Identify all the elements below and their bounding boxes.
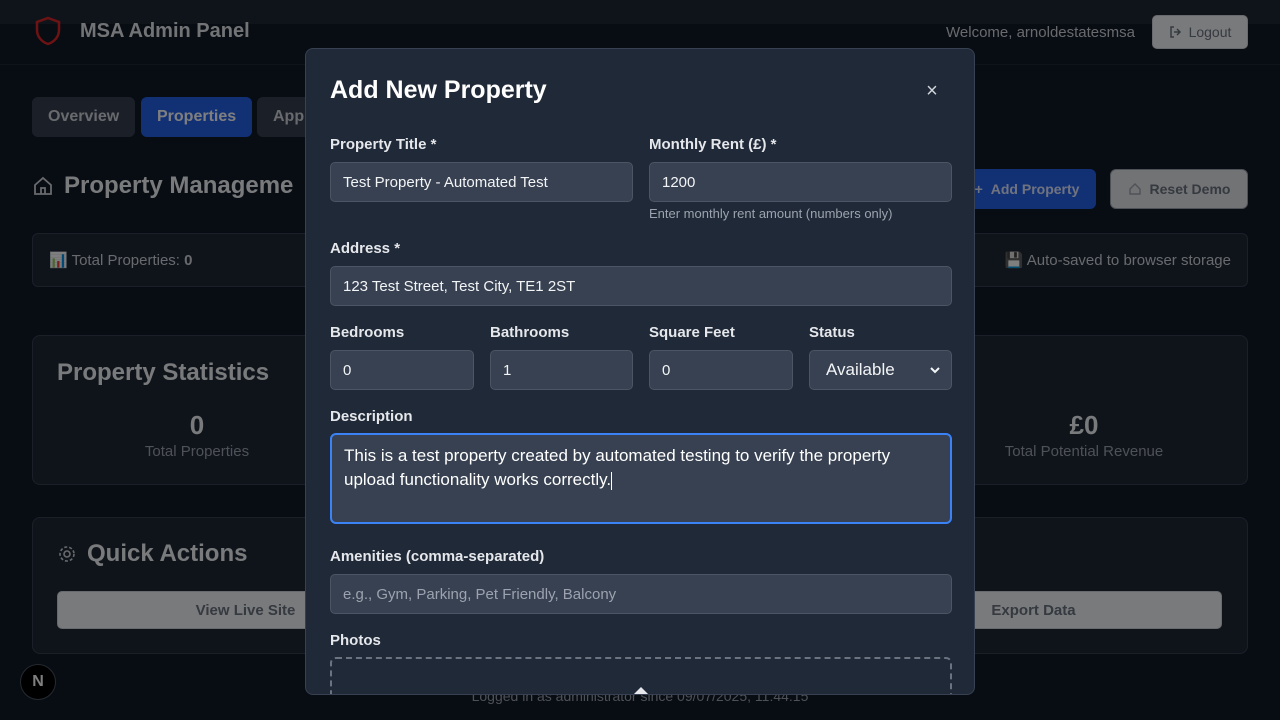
square-feet-label: Square Feet (649, 324, 735, 341)
bathrooms-label: Bathrooms (490, 324, 570, 341)
amenities-label: Amenities (comma-separated) (330, 548, 545, 565)
address-label: Address * (330, 240, 401, 257)
amenities-input[interactable] (330, 574, 952, 614)
chevron-down-icon (930, 367, 940, 374)
bedrooms-label: Bedrooms (330, 324, 405, 341)
monthly-rent-label: Monthly Rent (£) * (649, 136, 777, 153)
monthly-rent-input[interactable] (649, 162, 952, 202)
photos-label: Photos (330, 632, 381, 649)
photo-upload-dropzone[interactable] (330, 657, 952, 694)
description-label: Description (330, 408, 413, 425)
property-title-label: Property Title * (330, 136, 437, 153)
close-icon[interactable]: × (920, 79, 944, 103)
description-textarea[interactable]: This is a test property created by autom… (330, 433, 952, 524)
bathrooms-input[interactable] (490, 350, 633, 390)
upload-icon (634, 687, 648, 694)
status-selected-value: Available (826, 360, 895, 379)
status-label: Status (809, 324, 855, 341)
bedrooms-input[interactable] (330, 350, 474, 390)
text-caret (611, 471, 613, 490)
status-select[interactable]: Available (809, 350, 952, 390)
square-feet-input[interactable] (649, 350, 793, 390)
add-property-modal: Add New Property × Property Title * Mont… (305, 48, 975, 695)
description-text: This is a test property created by autom… (344, 446, 891, 489)
property-title-input[interactable] (330, 162, 633, 202)
monthly-rent-helper: Enter monthly rent amount (numbers only) (649, 206, 893, 221)
modal-title: Add New Property (330, 76, 547, 104)
address-input[interactable] (330, 266, 952, 306)
